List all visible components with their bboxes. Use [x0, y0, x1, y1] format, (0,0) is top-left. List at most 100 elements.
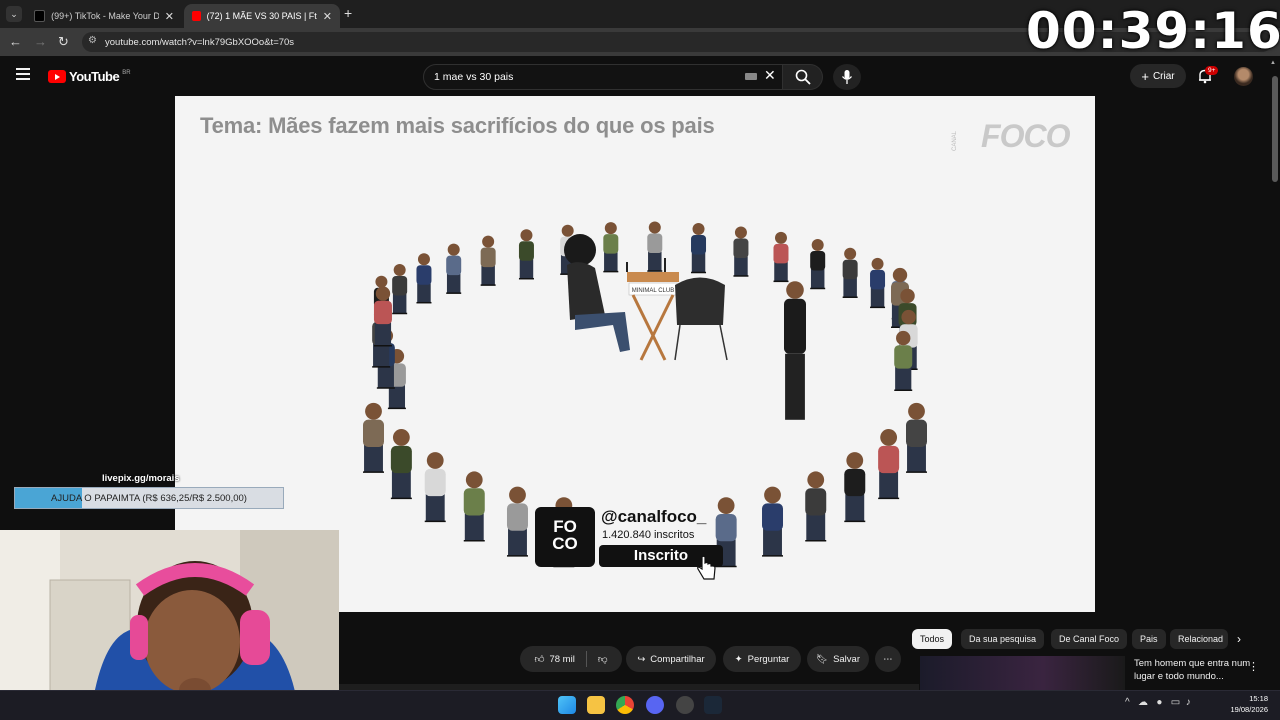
- new-tab-button[interactable]: +: [344, 5, 352, 21]
- seated-person: [463, 471, 485, 542]
- stream-timer: 00:39:16: [1026, 2, 1280, 60]
- keyboard-icon[interactable]: [745, 73, 757, 80]
- clock-time: 15:18: [1249, 694, 1268, 703]
- sparkle-icon: ✦: [734, 653, 743, 665]
- tab-tiktok[interactable]: (99+) TikTok - Make Your Day ✕: [26, 4, 182, 28]
- seated-person: [446, 243, 462, 294]
- seated-person: [733, 226, 749, 277]
- filter-chip-from-channel[interactable]: De Canal Foco: [1051, 629, 1128, 649]
- seated-person: [647, 221, 663, 272]
- tab-close-icon[interactable]: ✕: [165, 10, 174, 23]
- seated-person: [603, 222, 619, 273]
- next-video-title[interactable]: Tem homem que entra num lugar e todo mun…: [1134, 657, 1259, 683]
- dislike-icon[interactable]: 👎︎: [598, 653, 608, 665]
- steam-icon[interactable]: [704, 696, 722, 714]
- youtube-favicon-icon: [192, 11, 201, 21]
- tab-youtube[interactable]: (72) 1 MÃE VS 30 PAIS | Ft. Bia ✕: [184, 4, 340, 28]
- scrollbar-thumb[interactable]: [1272, 76, 1278, 182]
- windows-taskbar: [0, 690, 1280, 720]
- create-button[interactable]: + Criar: [1130, 64, 1186, 88]
- seated-person: [894, 330, 913, 392]
- scroll-up-icon[interactable]: ▲: [1270, 60, 1276, 66]
- back-icon[interactable]: ←: [9, 34, 22, 49]
- seated-person: [390, 429, 412, 500]
- seated-person: [691, 223, 707, 274]
- seated-person: [805, 471, 827, 542]
- seated-person: [363, 402, 385, 473]
- seated-person: [810, 238, 826, 290]
- hand-cursor-icon: [697, 555, 716, 580]
- filter-chip-all[interactable]: Todos: [912, 629, 953, 649]
- seated-person: [844, 452, 866, 523]
- channel-watermark-small: CANAL: [952, 130, 958, 151]
- filter-chip-related[interactable]: Relacionad: [1170, 629, 1228, 649]
- system-tray[interactable]: ^ ☁ ● ▭ ♪: [1125, 697, 1191, 708]
- chevron-right-icon[interactable]: ›: [1237, 632, 1241, 646]
- search-icon[interactable]: [795, 69, 811, 85]
- windows-start-icon[interactable]: [558, 696, 576, 714]
- tab-label: (72) 1 MÃE VS 30 PAIS | Ft. Bia: [206, 11, 317, 21]
- youtube-wordmark: YouTube: [69, 69, 120, 84]
- youtube-logo[interactable]: YouTube BR: [48, 69, 131, 84]
- tray-chevron-icon[interactable]: ^: [1125, 697, 1130, 708]
- next-video-thumbnail[interactable]: [920, 656, 1125, 690]
- clock-date: 19/08/2026: [1230, 705, 1268, 714]
- network-icon[interactable]: ☁: [1138, 697, 1148, 708]
- display-icon[interactable]: ▭: [1171, 697, 1180, 708]
- table-sign: MINIMAL CLUB: [632, 288, 674, 294]
- volume-icon[interactable]: ♪: [1186, 697, 1191, 708]
- seated-person: [424, 452, 446, 523]
- like-dislike-group: 👍︎ 78 mil 👎︎: [520, 646, 622, 672]
- like-icon[interactable]: 👍︎: [535, 653, 545, 665]
- menu-icon[interactable]: [16, 68, 30, 80]
- ask-label: Perguntar: [747, 653, 790, 665]
- video-overlay-title: Tema: Mães fazem mais sacrifícios do que…: [200, 113, 715, 138]
- save-button[interactable]: 🔖︎ Salvar: [807, 646, 869, 672]
- country-code: BR: [122, 69, 131, 76]
- kebab-menu-icon[interactable]: ⋮: [1248, 660, 1259, 673]
- filter-chip-from-search[interactable]: Da sua pesquisa: [961, 629, 1045, 649]
- avatar[interactable]: [1234, 67, 1253, 86]
- channel-logo-text: FO CO: [552, 517, 578, 553]
- donation-url: livepix.gg/morais: [102, 473, 180, 484]
- discord-icon[interactable]: [646, 696, 664, 714]
- forward-icon[interactable]: →: [34, 34, 47, 49]
- notifications-badge: 9+: [1205, 66, 1219, 75]
- like-divider: [585, 651, 587, 667]
- more-actions-icon[interactable]: ⋯: [875, 646, 901, 672]
- channel-handle: @canalfoco_: [601, 507, 707, 526]
- tab-label: (99+) TikTok - Make Your Day: [51, 11, 159, 21]
- seated-person: [392, 264, 408, 315]
- obs-icon[interactable]: [676, 696, 694, 714]
- share-button[interactable]: ↪ Compartilhar: [626, 646, 716, 672]
- seated-person: [480, 235, 496, 286]
- subscriber-count: 1.420.840 inscritos: [602, 529, 695, 541]
- ask-button[interactable]: ✦ Perguntar: [723, 646, 801, 672]
- like-count[interactable]: 78 mil: [549, 654, 574, 665]
- seated-person: [842, 247, 858, 298]
- seated-person: [784, 281, 806, 420]
- save-label: Salvar: [833, 653, 860, 665]
- tab-search-icon[interactable]: ⌄: [6, 6, 22, 22]
- chrome-icon[interactable]: [616, 696, 634, 714]
- bookmark-icon: 🔖︎: [816, 653, 829, 665]
- search-query[interactable]: 1 mae vs 30 pais: [434, 71, 513, 83]
- seated-person: [773, 231, 789, 283]
- seated-person: [878, 429, 900, 500]
- clear-search-icon[interactable]: ✕: [764, 67, 776, 84]
- mic-tray-icon[interactable]: ●: [1156, 697, 1162, 708]
- microphone-icon[interactable]: [841, 69, 853, 85]
- seated-person: [762, 486, 784, 557]
- taskbar-clock[interactable]: 15:18 19/08/2026: [1222, 693, 1268, 715]
- site-info-icon[interactable]: ⚙: [88, 35, 97, 46]
- share-icon: ↪: [637, 653, 646, 665]
- share-label: Compartilhar: [650, 653, 705, 665]
- channel-watermark-text: FOCO: [981, 118, 1070, 154]
- channel-watermark: CANAL FOCO: [952, 118, 1070, 155]
- file-explorer-icon[interactable]: [587, 696, 605, 714]
- url-text[interactable]: youtube.com/watch?v=lnk79GbXOOo&t=70s: [105, 37, 294, 48]
- tiktok-favicon-icon: [34, 10, 46, 22]
- reload-icon[interactable]: ↻: [58, 34, 69, 50]
- filter-chip-fathers[interactable]: Pais: [1132, 629, 1166, 649]
- tab-close-icon[interactable]: ✕: [323, 10, 332, 23]
